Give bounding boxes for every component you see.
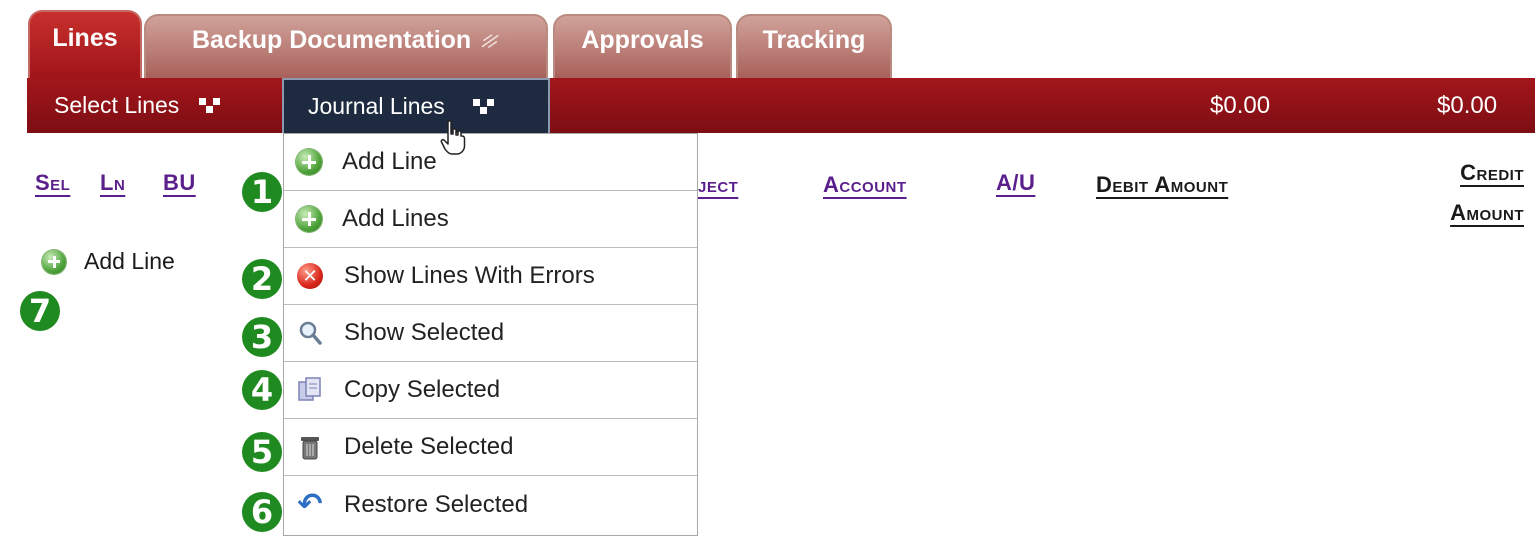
menu-item-delete-selected[interactable]: Delete Selected	[284, 419, 697, 476]
undo-icon: ↶	[297, 488, 323, 521]
column-header-account[interactable]: Account	[823, 172, 907, 198]
column-header-au[interactable]: A/U	[996, 170, 1035, 196]
annotation-badge-2: 2	[242, 259, 282, 299]
annotation-badge-7: 7	[20, 291, 60, 331]
column-header-debit-amount: Debit Amount	[1096, 172, 1229, 197]
tab-approvals[interactable]: Approvals	[553, 14, 732, 78]
annotation-badge-1: 1	[242, 172, 282, 212]
menu-item-label: Delete Selected	[344, 433, 514, 460]
annotation-badge-5: 5	[242, 432, 282, 472]
select-lines-menu[interactable]: Select Lines	[54, 78, 221, 133]
annotation-badge-3: 3	[242, 317, 282, 357]
menu-item-show-selected[interactable]: Show Selected	[284, 305, 697, 362]
select-lines-label: Select Lines	[54, 92, 180, 118]
tab-tracking-label: Tracking	[762, 25, 866, 54]
copy-icon	[296, 376, 324, 404]
menu-dropdown-icon	[199, 97, 221, 114]
column-header-bu[interactable]: BU	[163, 170, 196, 196]
annotation-badge-6: 6	[242, 492, 282, 532]
menu-item-add-line[interactable]: Add Line	[284, 134, 697, 191]
trash-icon	[296, 433, 324, 461]
menu-item-label: Show Selected	[344, 319, 505, 346]
menu-item-label: Show Lines With Errors	[344, 262, 595, 289]
menu-item-label: Restore Selected	[344, 490, 529, 518]
journal-lines-menu[interactable]: Journal Lines	[282, 78, 550, 133]
tab-lines[interactable]: Lines	[28, 10, 142, 80]
menu-item-restore-selected[interactable]: ↶ Restore Selected	[284, 476, 697, 533]
tab-backup-documentation[interactable]: Backup Documentation ⌯	[144, 14, 548, 78]
tab-backup-documentation-label: Backup Documentation	[191, 25, 472, 54]
add-icon	[42, 249, 66, 274]
annotation-badge-4: 4	[242, 370, 282, 410]
journal-lines-label: Journal Lines	[308, 93, 445, 119]
credit-total: $0.00	[1437, 91, 1498, 119]
hand-cursor-icon	[440, 120, 466, 155]
column-header-project[interactable]: ject	[698, 172, 738, 198]
menu-item-copy-selected[interactable]: Copy Selected	[284, 362, 697, 419]
journal-menu-bar: Select Lines Journal Lines $0.00 $0.00	[27, 78, 1535, 133]
menu-item-label: Add Line	[342, 148, 437, 175]
menu-item-label: Add Lines	[342, 205, 449, 232]
magnifier-icon	[296, 319, 324, 347]
credit-header-line2: Amount	[1450, 200, 1524, 225]
tab-strip: Lines Backup Documentation ⌯ Approvals T…	[0, 0, 1535, 80]
add-icon	[296, 149, 322, 175]
column-header-ln[interactable]: Ln	[100, 170, 125, 196]
menu-item-show-lines-with-errors[interactable]: ✕ Show Lines With Errors	[284, 248, 697, 305]
add-line-label: Add Line	[84, 248, 175, 274]
add-line-link[interactable]: Add Line	[42, 248, 175, 275]
add-icon	[296, 206, 322, 232]
column-header-sel[interactable]: Sel	[35, 170, 70, 196]
menu-item-add-lines[interactable]: Add Lines	[284, 191, 697, 248]
tab-tracking[interactable]: Tracking	[736, 14, 892, 78]
credit-header-line1: Credit	[1460, 160, 1524, 185]
menu-item-label: Copy Selected	[344, 376, 501, 403]
paperclip-icon: ⌯	[471, 20, 507, 58]
column-header-credit-amount: Credit Amount	[1420, 153, 1524, 233]
tab-approvals-label: Approvals	[581, 25, 704, 54]
error-icon: ✕	[296, 262, 324, 290]
tab-lines-label: Lines	[52, 23, 118, 52]
debit-total: $0.00	[1210, 91, 1271, 119]
menu-dropdown-icon	[472, 98, 495, 115]
journal-lines-dropdown: Add Line Add Lines ✕ Show Lines With Err…	[283, 133, 698, 536]
